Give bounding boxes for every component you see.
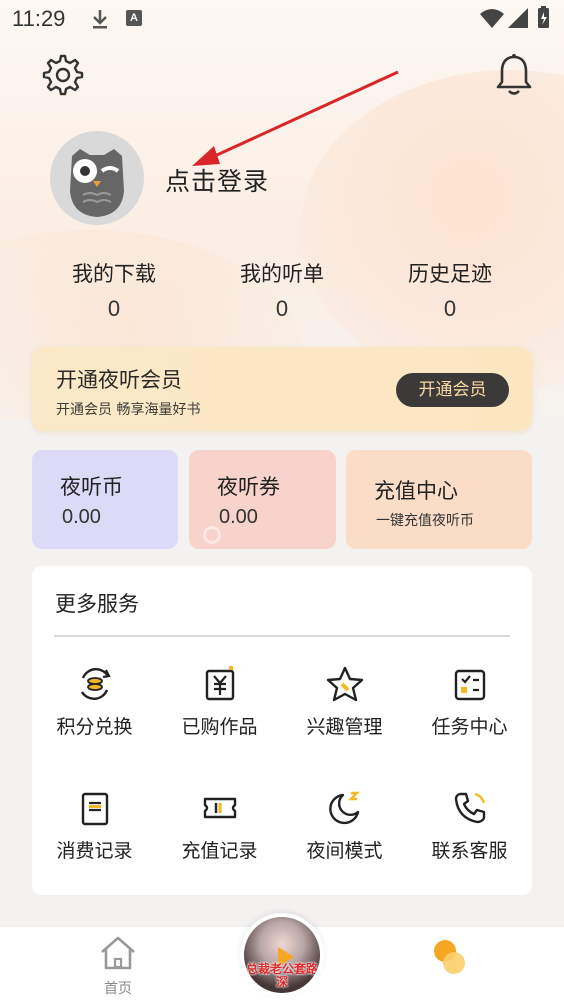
service-interest[interactable]: 兴趣管理 <box>282 664 407 754</box>
service-label: 夜间模式 <box>306 840 383 862</box>
service-recharge-records[interactable]: 充值记录 <box>157 788 282 878</box>
download-icon <box>93 10 107 29</box>
service-night-mode[interactable]: 夜间模式 <box>282 788 407 878</box>
gear-icon[interactable] <box>42 54 84 96</box>
nav-home[interactable]: 首页 <box>92 934 144 1004</box>
status-bar: 11:29 A <box>0 0 564 38</box>
vip-subtitle: 开通会员 畅享海量好书 <box>56 402 201 418</box>
voucher-title: 夜听券 <box>217 475 280 499</box>
service-label: 充值记录 <box>181 840 258 862</box>
keyboard-a-icon: A <box>126 10 142 26</box>
stat-label: 我的听单 <box>240 262 324 286</box>
recharge-center-card[interactable]: 充值中心 一键充值夜听币 <box>346 450 532 549</box>
purchased-yen-icon <box>205 666 234 701</box>
stat-downloads[interactable]: 我的下载 0 <box>30 258 198 322</box>
now-playing-disc[interactable]: 总裁老公套路深 <box>240 913 324 997</box>
stat-history[interactable]: 历史足迹 0 <box>366 258 534 322</box>
task-checklist-icon <box>454 669 485 701</box>
phone-icon <box>454 792 485 824</box>
user-stats: 我的下载 0 我的听单 0 历史足迹 0 <box>30 258 534 328</box>
album-cover: 总裁老公套路深 <box>244 917 320 993</box>
service-contact[interactable]: 联系客服 <box>407 788 532 878</box>
home-icon <box>101 936 135 970</box>
services-title: 更多服务 <box>55 592 139 616</box>
vip-title: 开通夜听会员 <box>56 368 182 392</box>
stat-label: 历史足迹 <box>408 262 492 286</box>
stat-value: 0 <box>443 296 457 321</box>
stat-playlists[interactable]: 我的听单 0 <box>198 258 366 322</box>
login-link[interactable]: 点击登录 <box>165 162 269 198</box>
voucher-balance: 0.00 <box>219 506 258 528</box>
recharge-subtitle: 一键充值夜听币 <box>376 513 474 529</box>
bottom-navigation: 首页 总裁老公套路深 <box>0 913 564 1004</box>
status-time: 11:29 <box>12 6 66 31</box>
receipt-icon <box>81 792 108 826</box>
coin-card[interactable]: 夜听币 0.00 <box>32 450 178 549</box>
service-label: 消费记录 <box>56 840 133 862</box>
service-label: 积分兑换 <box>56 716 133 738</box>
service-tasks[interactable]: 任务中心 <box>407 664 532 754</box>
divider <box>54 635 510 637</box>
service-label: 联系客服 <box>431 840 508 862</box>
profile-tab-icon[interactable] <box>430 937 470 977</box>
recharge-title: 充值中心 <box>374 479 458 503</box>
album-title: 总裁老公套路深 <box>246 962 319 989</box>
background-blob <box>300 70 564 390</box>
open-vip-button[interactable]: 开通会员 <box>396 373 509 407</box>
service-points-exchange[interactable]: 积分兑换 <box>32 664 157 754</box>
owl-avatar-icon <box>70 149 124 217</box>
coin-title: 夜听币 <box>60 475 123 499</box>
points-exchange-icon <box>80 668 111 700</box>
nav-home-label: 首页 <box>104 981 132 997</box>
vip-banner[interactable]: 开通夜听会员 开通会员 畅享海量好书 开通会员 <box>32 347 532 431</box>
star-icon <box>326 666 363 702</box>
avatar[interactable] <box>50 131 144 225</box>
signal-battery-icon <box>480 6 549 28</box>
bell-icon[interactable] <box>494 53 534 97</box>
service-label: 兴趣管理 <box>306 716 383 738</box>
stat-value: 0 <box>107 296 121 321</box>
voucher-card[interactable]: 夜听券 0.00 <box>189 450 336 549</box>
stat-label: 我的下载 <box>72 262 156 286</box>
service-purchased[interactable]: 已购作品 <box>157 664 282 754</box>
service-label: 已购作品 <box>181 716 258 738</box>
more-services-panel: 更多服务 积分兑换 已购作品 兴趣管理 任务中心 消费记录 充值记录 夜间模式 … <box>32 566 532 895</box>
service-label: 任务中心 <box>431 716 508 738</box>
coin-balance: 0.00 <box>62 506 101 528</box>
moon-icon <box>328 791 360 825</box>
ticket-icon <box>203 797 236 819</box>
stat-value: 0 <box>275 296 289 321</box>
service-consumption[interactable]: 消费记录 <box>32 788 157 878</box>
